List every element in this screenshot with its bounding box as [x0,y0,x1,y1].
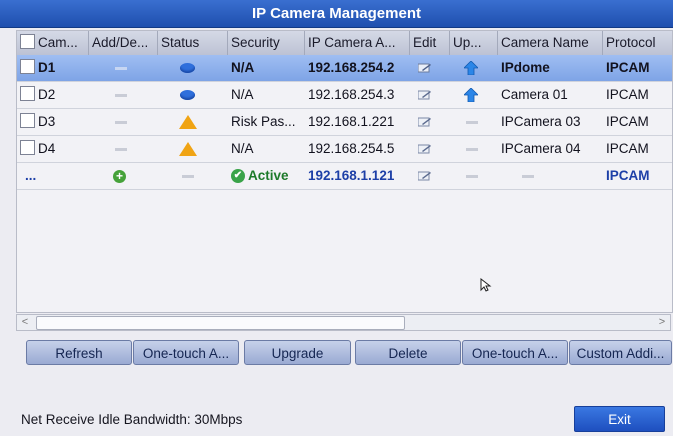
camera-name: IPCamera 04 [501,141,581,156]
edit-icon[interactable] [418,63,432,73]
header-edit[interactable]: Edit [410,31,450,55]
table-header: Cam... Add/De... Status Security IP Came… [17,31,672,56]
security-value: N/A [231,60,255,75]
dash-icon [115,147,127,151]
one-touch-adding-button[interactable]: One-touch A... [462,340,568,365]
select-all-checkbox[interactable] [20,34,35,50]
status-online-icon [180,90,195,101]
window-title: IP Camera Management [0,0,673,28]
header-status[interactable]: Status [158,31,228,55]
security-value: N/A [231,141,254,156]
camera-id: D3 [38,114,56,129]
header-security[interactable]: Security [228,31,305,55]
security-value: Risk Pas... [231,114,296,129]
ip-address: 192.168.254.3 [308,87,395,102]
camera-name: Camera 01 [501,87,568,102]
dash-icon [115,93,127,97]
one-touch-activate-button[interactable]: One-touch A... [133,340,239,365]
ip-address: 192.168.1.221 [308,114,395,129]
security-value: Active [248,168,289,183]
upgrade-arrow-icon[interactable] [464,88,478,103]
horizontal-scrollbar[interactable]: < > [16,314,671,331]
camera-id: D4 [38,141,56,156]
custom-adding-button[interactable]: Custom Addi... [569,340,672,365]
edit-icon[interactable] [418,90,432,100]
ip-address: 192.168.1.121 [308,168,395,183]
ip-camera-management-window: IP Camera Management Cam... Add/De... St… [0,0,673,436]
check-icon: ✔ [231,169,245,184]
scroll-left-icon[interactable]: < [17,315,33,330]
header-cam[interactable]: Cam... [17,31,89,55]
table-row[interactable]: D2 N/A 192.168.254.3 Camera 01 IPCAM [17,82,672,109]
camera-id: ... [25,168,37,183]
table-row[interactable]: D1 N/A 192.168.254.2 IPdome IPCAM [17,55,672,82]
edit-icon[interactable] [418,117,432,127]
dash-icon [466,147,478,151]
dash-icon [115,66,127,70]
table-row[interactable]: D4 N/A 192.168.254.5 IPCamera 04 IPCAM [17,136,672,163]
dash-icon [522,174,534,178]
header-ip-address[interactable]: IP Camera A... [305,31,410,55]
add-camera-icon[interactable]: + [113,169,126,183]
row-checkbox[interactable] [20,59,35,75]
mouse-pointer-icon [480,278,492,292]
warning-icon [179,115,197,130]
warning-icon [179,142,197,157]
camera-name: IPCamera 03 [501,114,581,129]
table-row[interactable]: ... + ✔ Active 192.168.1.121 IPCAM [17,163,672,190]
edit-icon[interactable] [418,144,432,154]
header-add-delete[interactable]: Add/De... [89,31,158,55]
dash-icon [466,120,478,124]
security-value: N/A [231,87,254,102]
status-online-icon [180,63,195,74]
delete-button[interactable]: Delete [355,340,461,365]
protocol-value: IPCAM [606,87,649,102]
header-upgrade[interactable]: Up... [450,31,498,55]
upgrade-button[interactable]: Upgrade [244,340,351,365]
camera-table: Cam... Add/De... Status Security IP Came… [16,30,673,313]
scroll-right-icon[interactable]: > [654,315,670,330]
header-protocol[interactable]: Protocol [603,31,672,55]
protocol-value: IPCAM [606,114,649,129]
row-checkbox[interactable] [20,113,35,129]
camera-name: IPdome [501,60,550,75]
protocol-value: IPCAM [606,60,650,75]
row-checkbox[interactable] [20,140,35,156]
bandwidth-label: Net Receive Idle Bandwidth: 30Mbps [21,412,243,427]
header-camera-name[interactable]: Camera Name [498,31,603,55]
camera-id: D1 [38,60,56,75]
dash-icon [115,120,127,124]
ip-address: 192.168.254.2 [308,60,395,75]
protocol-value: IPCAM [606,141,649,156]
upgrade-arrow-icon[interactable] [464,61,478,76]
protocol-value: IPCAM [606,168,650,183]
row-checkbox[interactable] [20,86,35,102]
dash-icon [182,174,194,178]
ip-address: 192.168.254.5 [308,141,395,156]
refresh-button[interactable]: Refresh [26,340,132,365]
table-row[interactable]: D3 Risk Pas... 192.168.1.221 IPCamera 03… [17,109,672,136]
dash-icon [466,174,478,178]
exit-button[interactable]: Exit [574,406,665,432]
edit-icon[interactable] [418,171,432,181]
camera-id: D2 [38,87,56,102]
scrollbar-thumb[interactable] [36,316,405,330]
